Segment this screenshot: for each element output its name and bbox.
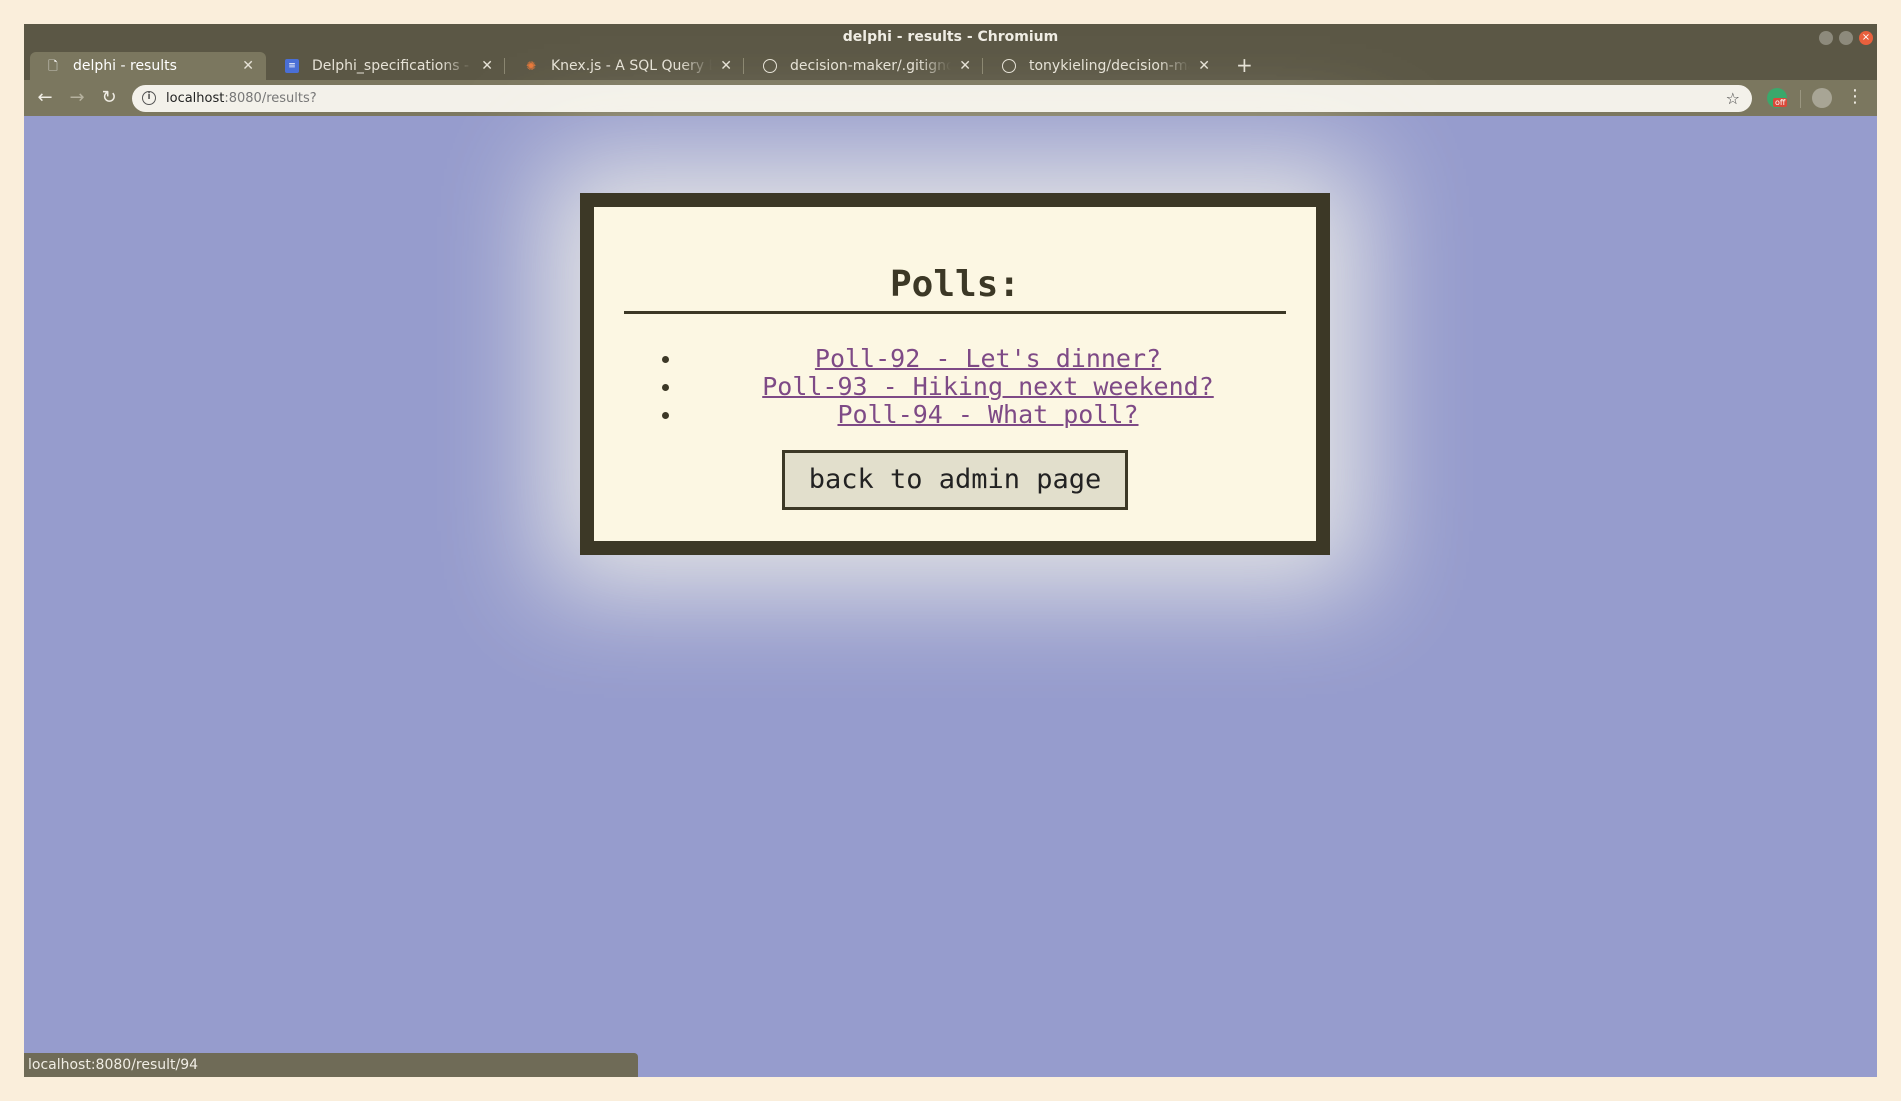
- back-to-admin-button[interactable]: back to admin page: [782, 450, 1128, 510]
- tab-strip: 🗋 delphi - results ✕ ≡ Delphi_specificat…: [24, 50, 1877, 80]
- reload-icon[interactable]: ↻: [98, 87, 120, 109]
- window-title: delphi - results - Chromium: [842, 29, 1059, 45]
- tab-label: Delphi_specifications - Go: [312, 58, 473, 74]
- tab-decision-maker[interactable]: tonykieling/decision-mak ✕: [986, 52, 1222, 80]
- browser-window: delphi - results - Chromium × 🗋 delphi -…: [24, 24, 1877, 1077]
- new-tab-button[interactable]: +: [1236, 54, 1253, 76]
- page-viewport: Polls: Poll-92 - Let's dinner? Poll-93 -…: [24, 119, 1877, 1077]
- tab-close-icon[interactable]: ✕: [720, 52, 732, 80]
- extension-icon[interactable]: off: [1767, 88, 1788, 108]
- list-item: Poll-94 - What poll?: [594, 401, 1316, 429]
- tab-close-icon[interactable]: ✕: [242, 52, 254, 80]
- tab-delphi-results[interactable]: 🗋 delphi - results ✕: [30, 52, 266, 80]
- bullet-icon: [662, 384, 669, 391]
- bullet-icon: [662, 356, 669, 363]
- back-arrow-icon[interactable]: ←: [34, 87, 56, 109]
- tab-close-icon[interactable]: ✕: [959, 52, 971, 80]
- status-bar: localhost:8080/result/94: [24, 1053, 638, 1077]
- browser-toolbar: ← → ↻ i localhost:8080/results? ☆ off ⋮: [24, 80, 1877, 116]
- tab-close-icon[interactable]: ✕: [1198, 52, 1210, 80]
- menu-dots-icon[interactable]: ⋮: [1846, 86, 1864, 108]
- bullet-icon: [662, 412, 669, 419]
- title-bar: delphi - results - Chromium ×: [24, 24, 1877, 50]
- github-icon: [1002, 59, 1016, 73]
- list-item: Poll-93 - Hiking next weekend?: [594, 373, 1316, 401]
- extension-badge: off: [1773, 98, 1788, 107]
- tab-gitignore[interactable]: decision-maker/.gitignore ✕: [747, 52, 983, 80]
- page-title: Polls:: [624, 263, 1286, 314]
- tab-delphi-specifications[interactable]: ≡ Delphi_specifications - Go ✕: [269, 52, 505, 80]
- tab-close-icon[interactable]: ✕: [481, 52, 493, 80]
- profile-avatar-icon[interactable]: [1812, 88, 1832, 108]
- close-window-button[interactable]: ×: [1859, 31, 1873, 45]
- forward-arrow-icon[interactable]: →: [66, 87, 88, 109]
- url-path: :8080/results?: [224, 91, 317, 106]
- page-icon: 🗋: [48, 59, 58, 73]
- address-bar[interactable]: i localhost:8080/results? ☆: [132, 85, 1752, 112]
- minimize-button[interactable]: [1819, 31, 1833, 45]
- poll-link-93[interactable]: Poll-93 - Hiking next weekend?: [762, 372, 1214, 401]
- bookmark-star-icon[interactable]: ☆: [1726, 85, 1740, 112]
- polls-list: Poll-92 - Let's dinner? Poll-93 - Hiking…: [594, 345, 1316, 429]
- poll-link-92[interactable]: Poll-92 - Let's dinner?: [815, 344, 1161, 373]
- poll-link-94[interactable]: Poll-94 - What poll?: [837, 400, 1138, 429]
- list-item: Poll-92 - Let's dinner?: [594, 345, 1316, 373]
- github-icon: [763, 59, 777, 73]
- polls-card-body: Polls: Poll-92 - Let's dinner? Poll-93 -…: [594, 207, 1316, 541]
- tab-label: decision-maker/.gitignore: [790, 58, 951, 74]
- tab-label: delphi - results: [73, 58, 177, 74]
- url-host: localhost: [166, 91, 225, 106]
- tab-knex[interactable]: ✺ Knex.js - A SQL Query Bui ✕: [508, 52, 744, 80]
- maximize-button[interactable]: [1839, 31, 1853, 45]
- polls-card: Polls: Poll-92 - Let's dinner? Poll-93 -…: [580, 193, 1330, 555]
- knex-icon: ✺: [525, 59, 537, 73]
- tab-label: Knex.js - A SQL Query Bui: [551, 58, 712, 74]
- address-url[interactable]: localhost:8080/results?: [166, 85, 317, 112]
- docs-icon: ≡: [285, 59, 299, 73]
- tab-label: tonykieling/decision-mak: [1029, 58, 1190, 74]
- info-icon[interactable]: i: [142, 91, 156, 105]
